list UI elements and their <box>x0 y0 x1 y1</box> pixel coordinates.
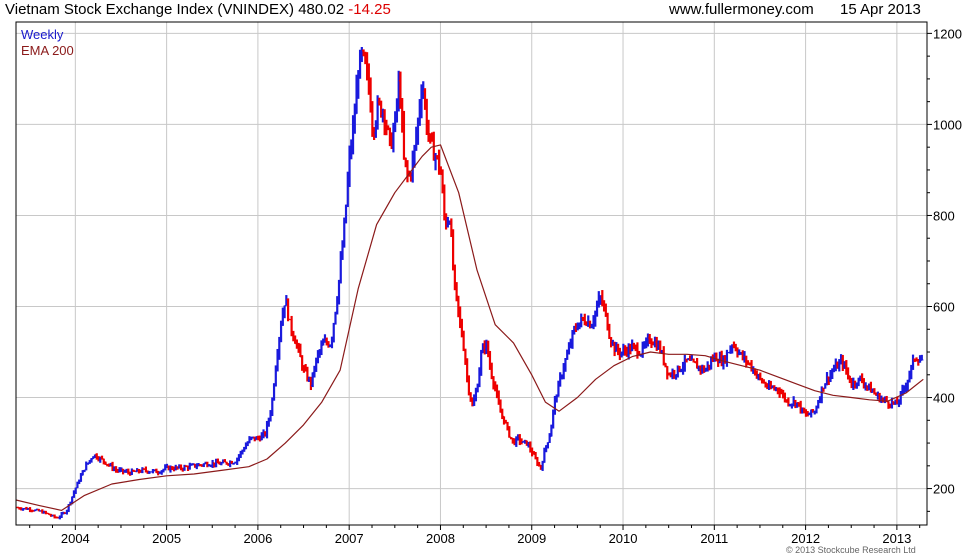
x-tick-label: 2010 <box>609 531 638 546</box>
y-tick-label: 200 <box>933 482 955 497</box>
x-tick-label: 2011 <box>700 531 728 546</box>
x-tick-label: 2012 <box>791 531 820 546</box>
y-tick-label: 600 <box>933 300 955 315</box>
x-tick-label: 2008 <box>426 531 455 546</box>
x-tick-label: 2005 <box>152 531 181 546</box>
x-tick-label: 2007 <box>335 531 364 546</box>
x-tick-label: 2006 <box>243 531 272 546</box>
vnindex-chart: 200 400 600 800 1000 1200 2004 2005 2006 2007 2008… <box>15 21 962 546</box>
x-tick-label: 2009 <box>517 531 546 546</box>
y-tick-label: 800 <box>933 208 955 223</box>
copyright-credit: © 2013 Stockcube Research Ltd <box>786 545 916 555</box>
y-tick-label: 1000 <box>933 117 962 132</box>
weekly-bar <box>662 346 666 366</box>
grid-lines <box>16 22 927 525</box>
x-tick-label: 2004 <box>61 531 90 546</box>
legend-ema: EMA 200 <box>21 43 74 58</box>
x-tick-label: 2013 <box>882 531 911 546</box>
plot-frame <box>15 21 928 526</box>
legend-weekly: Weekly <box>21 27 64 42</box>
axes: 200 400 600 800 1000 1200 2004 2005 2006 2007 2008… <box>15 21 962 546</box>
ema-200-line <box>15 144 924 511</box>
weekly-bar <box>451 229 455 271</box>
ema-line-layer <box>15 144 924 511</box>
y-tick-label: 1200 <box>933 26 962 41</box>
y-tick-label: 400 <box>933 391 955 406</box>
weekly-bars <box>16 46 924 520</box>
